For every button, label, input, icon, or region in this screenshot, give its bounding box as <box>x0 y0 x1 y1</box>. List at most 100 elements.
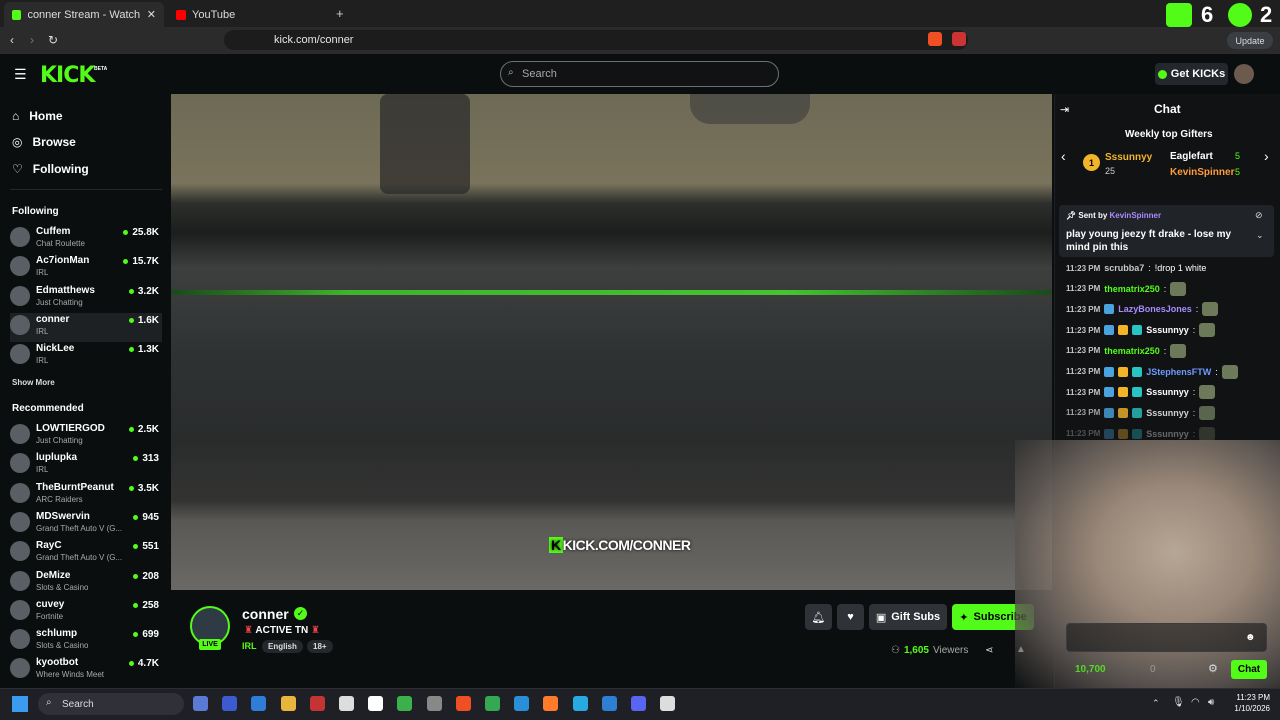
sidebar-channel-item[interactable]: Ac7ionMan IRL 15.7K <box>10 254 162 283</box>
nav-following[interactable]: ♡ Following <box>12 159 89 179</box>
notification-bell-button[interactable]: 🔔︎ <box>805 604 832 630</box>
sidebar-channel-item[interactable]: schlump Slots & Casino 699 <box>10 627 162 656</box>
gifter-name[interactable]: KevinSpinner <box>1170 167 1234 178</box>
tag-english[interactable]: English <box>262 640 303 653</box>
colon: : <box>1163 283 1167 294</box>
message-user[interactable]: scrubba7 <box>1104 263 1144 273</box>
taskbar-clock[interactable]: 11:23 PM 1/10/2026 <box>1226 692 1270 714</box>
taskbar-app-icon[interactable] <box>280 696 296 711</box>
gifters-prev-icon[interactable]: ‹ <box>1061 148 1066 164</box>
pinned-user[interactable]: KevinSpinner <box>1110 211 1162 220</box>
video-player[interactable] <box>171 94 1052 590</box>
browser-tab-kick[interactable]: conner Stream - Watch Live o... ✕ <box>4 2 164 27</box>
message-user[interactable]: thematrix250 <box>1104 346 1160 356</box>
message-user[interactable]: JStephensFTW <box>1146 367 1211 377</box>
sidebar-channel-item[interactable]: TheBurntPeanut ARC Raiders 3.5K <box>10 481 162 510</box>
stream-category[interactable]: IRL <box>242 641 257 651</box>
url-text[interactable]: kick.com/conner <box>274 34 353 46</box>
chat-settings-icon[interactable]: ⚙ <box>1208 662 1218 675</box>
message-user[interactable]: LazyBonesJones <box>1118 304 1192 314</box>
message-user[interactable]: Sssunnyy <box>1146 408 1189 418</box>
show-more-link[interactable]: Show More <box>12 378 55 387</box>
live-dot-icon <box>133 602 139 608</box>
message-user[interactable]: thematrix250 <box>1104 284 1160 294</box>
channel-viewers: 551 <box>133 541 159 552</box>
taskbar-app-icon[interactable] <box>193 696 208 711</box>
gift-icon: ▣ <box>875 611 887 624</box>
chat-badge-icon <box>1118 407 1129 418</box>
gifter-name[interactable]: Eaglefart <box>1170 151 1213 162</box>
taskbar-app-icon[interactable] <box>631 696 646 711</box>
sidebar-channel-item[interactable]: DeMize Slots & Casino 208 <box>10 569 162 598</box>
taskbar-app-icon[interactable] <box>514 696 530 711</box>
taskbar-app-icon[interactable] <box>601 696 617 711</box>
clock-date: 1/10/2026 <box>1234 704 1270 713</box>
browser-tab-youtube[interactable]: YouTube <box>168 2 328 27</box>
gifters-next-icon[interactable]: › <box>1264 148 1269 164</box>
taskbar-app-icon[interactable] <box>397 696 413 711</box>
sidebar-channel-item[interactable]: Edmatthews Just Chatting 3.2K <box>10 284 162 313</box>
message-time: 11:23 PM <box>1066 284 1101 294</box>
gifter-name[interactable]: Sssunnyy <box>1105 152 1152 163</box>
menu-icon[interactable]: ☰ <box>14 66 27 83</box>
sidebar-channel-item[interactable]: cuvey Fortnite 258 <box>10 598 162 627</box>
taskbar-app-icon[interactable] <box>660 696 676 711</box>
taskbar-app-icon[interactable] <box>543 696 559 711</box>
taskbar-app-icon[interactable] <box>426 696 442 711</box>
emote-icon <box>1170 281 1187 296</box>
nav-browse[interactable]: ◎ Browse <box>12 132 76 152</box>
tray-chevron-icon[interactable]: ⌃ <box>1152 698 1160 709</box>
taskbar-app-icon[interactable] <box>455 696 471 711</box>
sidebar-channel-item[interactable]: Cuffem Chat Roulette 25.8K <box>10 225 162 254</box>
sidebar-channel-item[interactable]: conner IRL 1.6K <box>10 312 162 342</box>
update-button[interactable]: Update <box>1227 32 1273 49</box>
sidebar-channel-item[interactable]: NickLee IRL 1.3K <box>10 342 162 371</box>
share-icon[interactable]: ⋖ <box>985 645 993 656</box>
sidebar-channel-item[interactable]: MDSwervin Grand Theft Auto V (G... 945 <box>10 510 162 539</box>
reload-icon[interactable]: ↻ <box>48 33 58 47</box>
send-chat-button[interactable]: Chat <box>1231 660 1267 679</box>
sidebar-channel-item[interactable]: luplupka IRL 313 <box>10 451 162 480</box>
message-user[interactable]: Sssunnyy <box>1146 387 1189 397</box>
collapse-chat-icon[interactable]: ⇥ <box>1060 103 1069 116</box>
unpin-icon[interactable]: ⊘ <box>1255 210 1263 221</box>
back-icon[interactable]: ‹ <box>10 33 14 47</box>
taskbar-app-icon[interactable] <box>222 696 238 711</box>
brave-rewards-icon[interactable] <box>952 32 966 46</box>
taskbar-app-icon[interactable] <box>251 696 267 711</box>
channel-category: Just Chatting <box>36 297 83 307</box>
sidebar-channel-item[interactable]: kyootbot Where Winds Meet 4.7K <box>10 656 162 685</box>
nav-home[interactable]: ⌂ Home <box>12 106 63 126</box>
brave-shield-icon[interactable] <box>928 32 942 46</box>
close-tab-icon[interactable]: ✕ <box>147 8 156 21</box>
streamer-name[interactable]: conner <box>242 606 289 622</box>
chat-input[interactable] <box>1066 623 1267 652</box>
windows-start-icon[interactable] <box>12 696 28 712</box>
chat-badge-icon <box>1104 366 1115 377</box>
emoji-icon[interactable]: ☻ <box>1245 632 1256 643</box>
gift-subs-button[interactable]: ▣ Gift Subs <box>869 604 947 630</box>
kick-logo[interactable]: KICK <box>40 63 95 88</box>
message-user[interactable]: Sssunnyy <box>1146 325 1189 335</box>
sidebar-channel-item[interactable]: LOWTIERGOD Just Chatting 2.5K <box>10 422 162 451</box>
channel-avatar <box>10 482 30 503</box>
volume-icon[interactable]: 🔊︎ <box>1208 697 1214 708</box>
taskbar-app-icon[interactable] <box>368 696 384 711</box>
heart-icon: ♡ <box>12 162 23 176</box>
taskbar-app-icon[interactable] <box>572 696 588 711</box>
forward-icon[interactable]: › <box>30 33 34 47</box>
mic-icon[interactable]: 🎙︎ <box>1172 697 1185 708</box>
user-avatar[interactable] <box>1234 64 1254 84</box>
sidebar-channel-item[interactable]: RayC Grand Theft Auto V (G... 551 <box>10 539 162 568</box>
get-kicks-button[interactable]: Get KICKs <box>1155 63 1228 85</box>
wifi-icon[interactable]: ◠ <box>1191 697 1200 708</box>
follow-heart-button[interactable]: ♥ <box>837 604 864 630</box>
taskbar-app-icon[interactable] <box>309 696 325 711</box>
taskbar-app-icon[interactable] <box>485 696 500 711</box>
message-user[interactable]: Sssunnyy <box>1146 429 1189 439</box>
expand-pin-icon[interactable]: ⌄ <box>1256 230 1264 241</box>
taskbar-app-icon[interactable] <box>339 696 354 711</box>
new-tab-icon[interactable]: + <box>336 6 344 21</box>
tag-18plus[interactable]: 18+ <box>307 640 333 653</box>
taskbar-search[interactable]: Search <box>38 693 184 715</box>
